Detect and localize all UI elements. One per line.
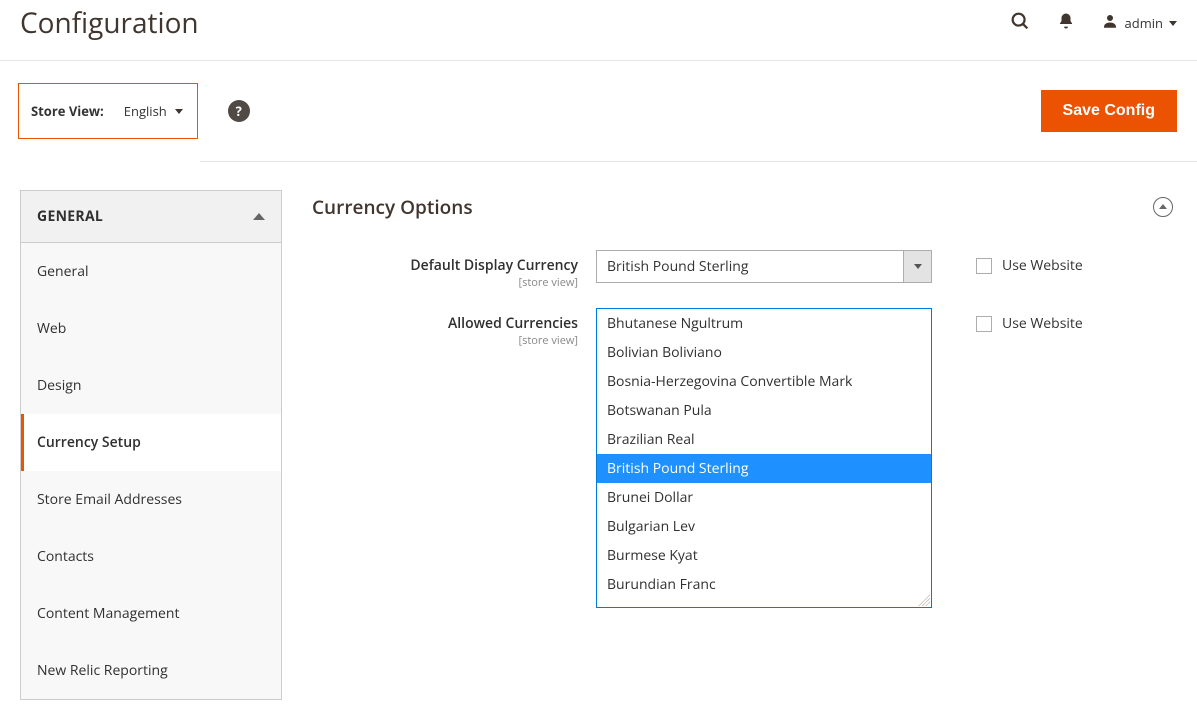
sidebar-section-label: GENERAL: [37, 207, 103, 226]
sidebar-item-label: Content Management: [37, 604, 180, 623]
user-icon: [1101, 12, 1119, 34]
sidebar-item-store-email-addresses[interactable]: Store Email Addresses: [21, 471, 281, 528]
store-view-dropdown[interactable]: English: [124, 102, 183, 120]
sidebar-item-general[interactable]: General: [21, 243, 281, 300]
store-view-value: English: [124, 102, 167, 120]
currency-option[interactable]: Bolivian Boliviano: [597, 338, 931, 367]
resize-handle[interactable]: [918, 594, 930, 606]
search-icon[interactable]: [1009, 10, 1031, 37]
currency-option[interactable]: Bulgarian Lev: [597, 512, 931, 541]
sidebar-item-label: Contacts: [37, 547, 94, 566]
currency-option[interactable]: Burmese Kyat: [597, 541, 931, 570]
use-website-checkbox-allowed-currencies[interactable]: [976, 316, 992, 332]
page-title: Configuration: [20, 4, 1009, 42]
select-value: British Pound Sterling: [597, 257, 758, 276]
field-label-allowed-currencies: Allowed Currencies: [312, 314, 578, 333]
currency-option[interactable]: Brunei Dollar: [597, 483, 931, 512]
use-website-label: Use Website: [1002, 256, 1083, 275]
use-website-checkbox-default-currency[interactable]: [976, 258, 992, 274]
sidebar-item-label: Currency Setup: [37, 433, 141, 452]
caret-down-icon: [1169, 21, 1177, 26]
currency-option[interactable]: Brazilian Real: [597, 425, 931, 454]
sidebar-item-web[interactable]: Web: [21, 300, 281, 357]
sidebar-item-currency-setup[interactable]: Currency Setup: [21, 414, 281, 471]
sidebar-item-label: General: [37, 262, 89, 281]
user-menu[interactable]: admin: [1101, 12, 1177, 34]
sidebar-item-label: New Relic Reporting: [37, 661, 168, 680]
section-collapse-toggle[interactable]: [1153, 197, 1173, 217]
help-icon[interactable]: ?: [228, 100, 250, 122]
currency-option[interactable]: Burundian Franc: [597, 570, 931, 599]
sidebar-item-label: Design: [37, 376, 81, 395]
sidebar-item-new-relic-reporting[interactable]: New Relic Reporting: [21, 642, 281, 699]
sidebar-item-design[interactable]: Design: [21, 357, 281, 414]
save-config-button[interactable]: Save Config: [1041, 90, 1177, 132]
chevron-up-icon: [1159, 204, 1167, 209]
store-view-label: Store View:: [31, 102, 104, 120]
sidebar-item-label: Store Email Addresses: [37, 490, 182, 509]
currency-option[interactable]: Bosnia-Herzegovina Convertible Mark: [597, 367, 931, 396]
sidebar-item-label: Web: [37, 319, 66, 338]
chevron-up-icon: [253, 213, 265, 220]
store-view-switcher: Store View: English: [18, 83, 198, 139]
use-website-label: Use Website: [1002, 314, 1083, 333]
field-label-default-display-currency: Default Display Currency: [312, 256, 578, 275]
user-label: admin: [1125, 14, 1163, 32]
sidebar-item-contacts[interactable]: Contacts: [21, 528, 281, 585]
dropdown-arrow: [903, 251, 931, 282]
field-scope: [store view]: [312, 333, 578, 348]
caret-down-icon: [175, 109, 183, 114]
currency-option[interactable]: Bhutanese Ngultrum: [597, 309, 931, 338]
section-title: Currency Options: [312, 194, 473, 220]
sidebar-item-content-management[interactable]: Content Management: [21, 585, 281, 642]
sidebar-section-general[interactable]: GENERAL: [21, 191, 281, 243]
notifications-icon[interactable]: [1057, 12, 1075, 35]
currency-option[interactable]: Botswanan Pula: [597, 396, 931, 425]
field-scope: [store view]: [312, 275, 578, 290]
config-sidebar: GENERAL General Web Design Currency Setup St…: [20, 190, 282, 700]
currency-option[interactable]: British Pound Sterling: [597, 454, 931, 483]
default-display-currency-select[interactable]: British Pound Sterling: [596, 250, 932, 283]
allowed-currencies-multiselect[interactable]: Bhutanese NgultrumBolivian BolivianoBosn…: [596, 308, 932, 608]
